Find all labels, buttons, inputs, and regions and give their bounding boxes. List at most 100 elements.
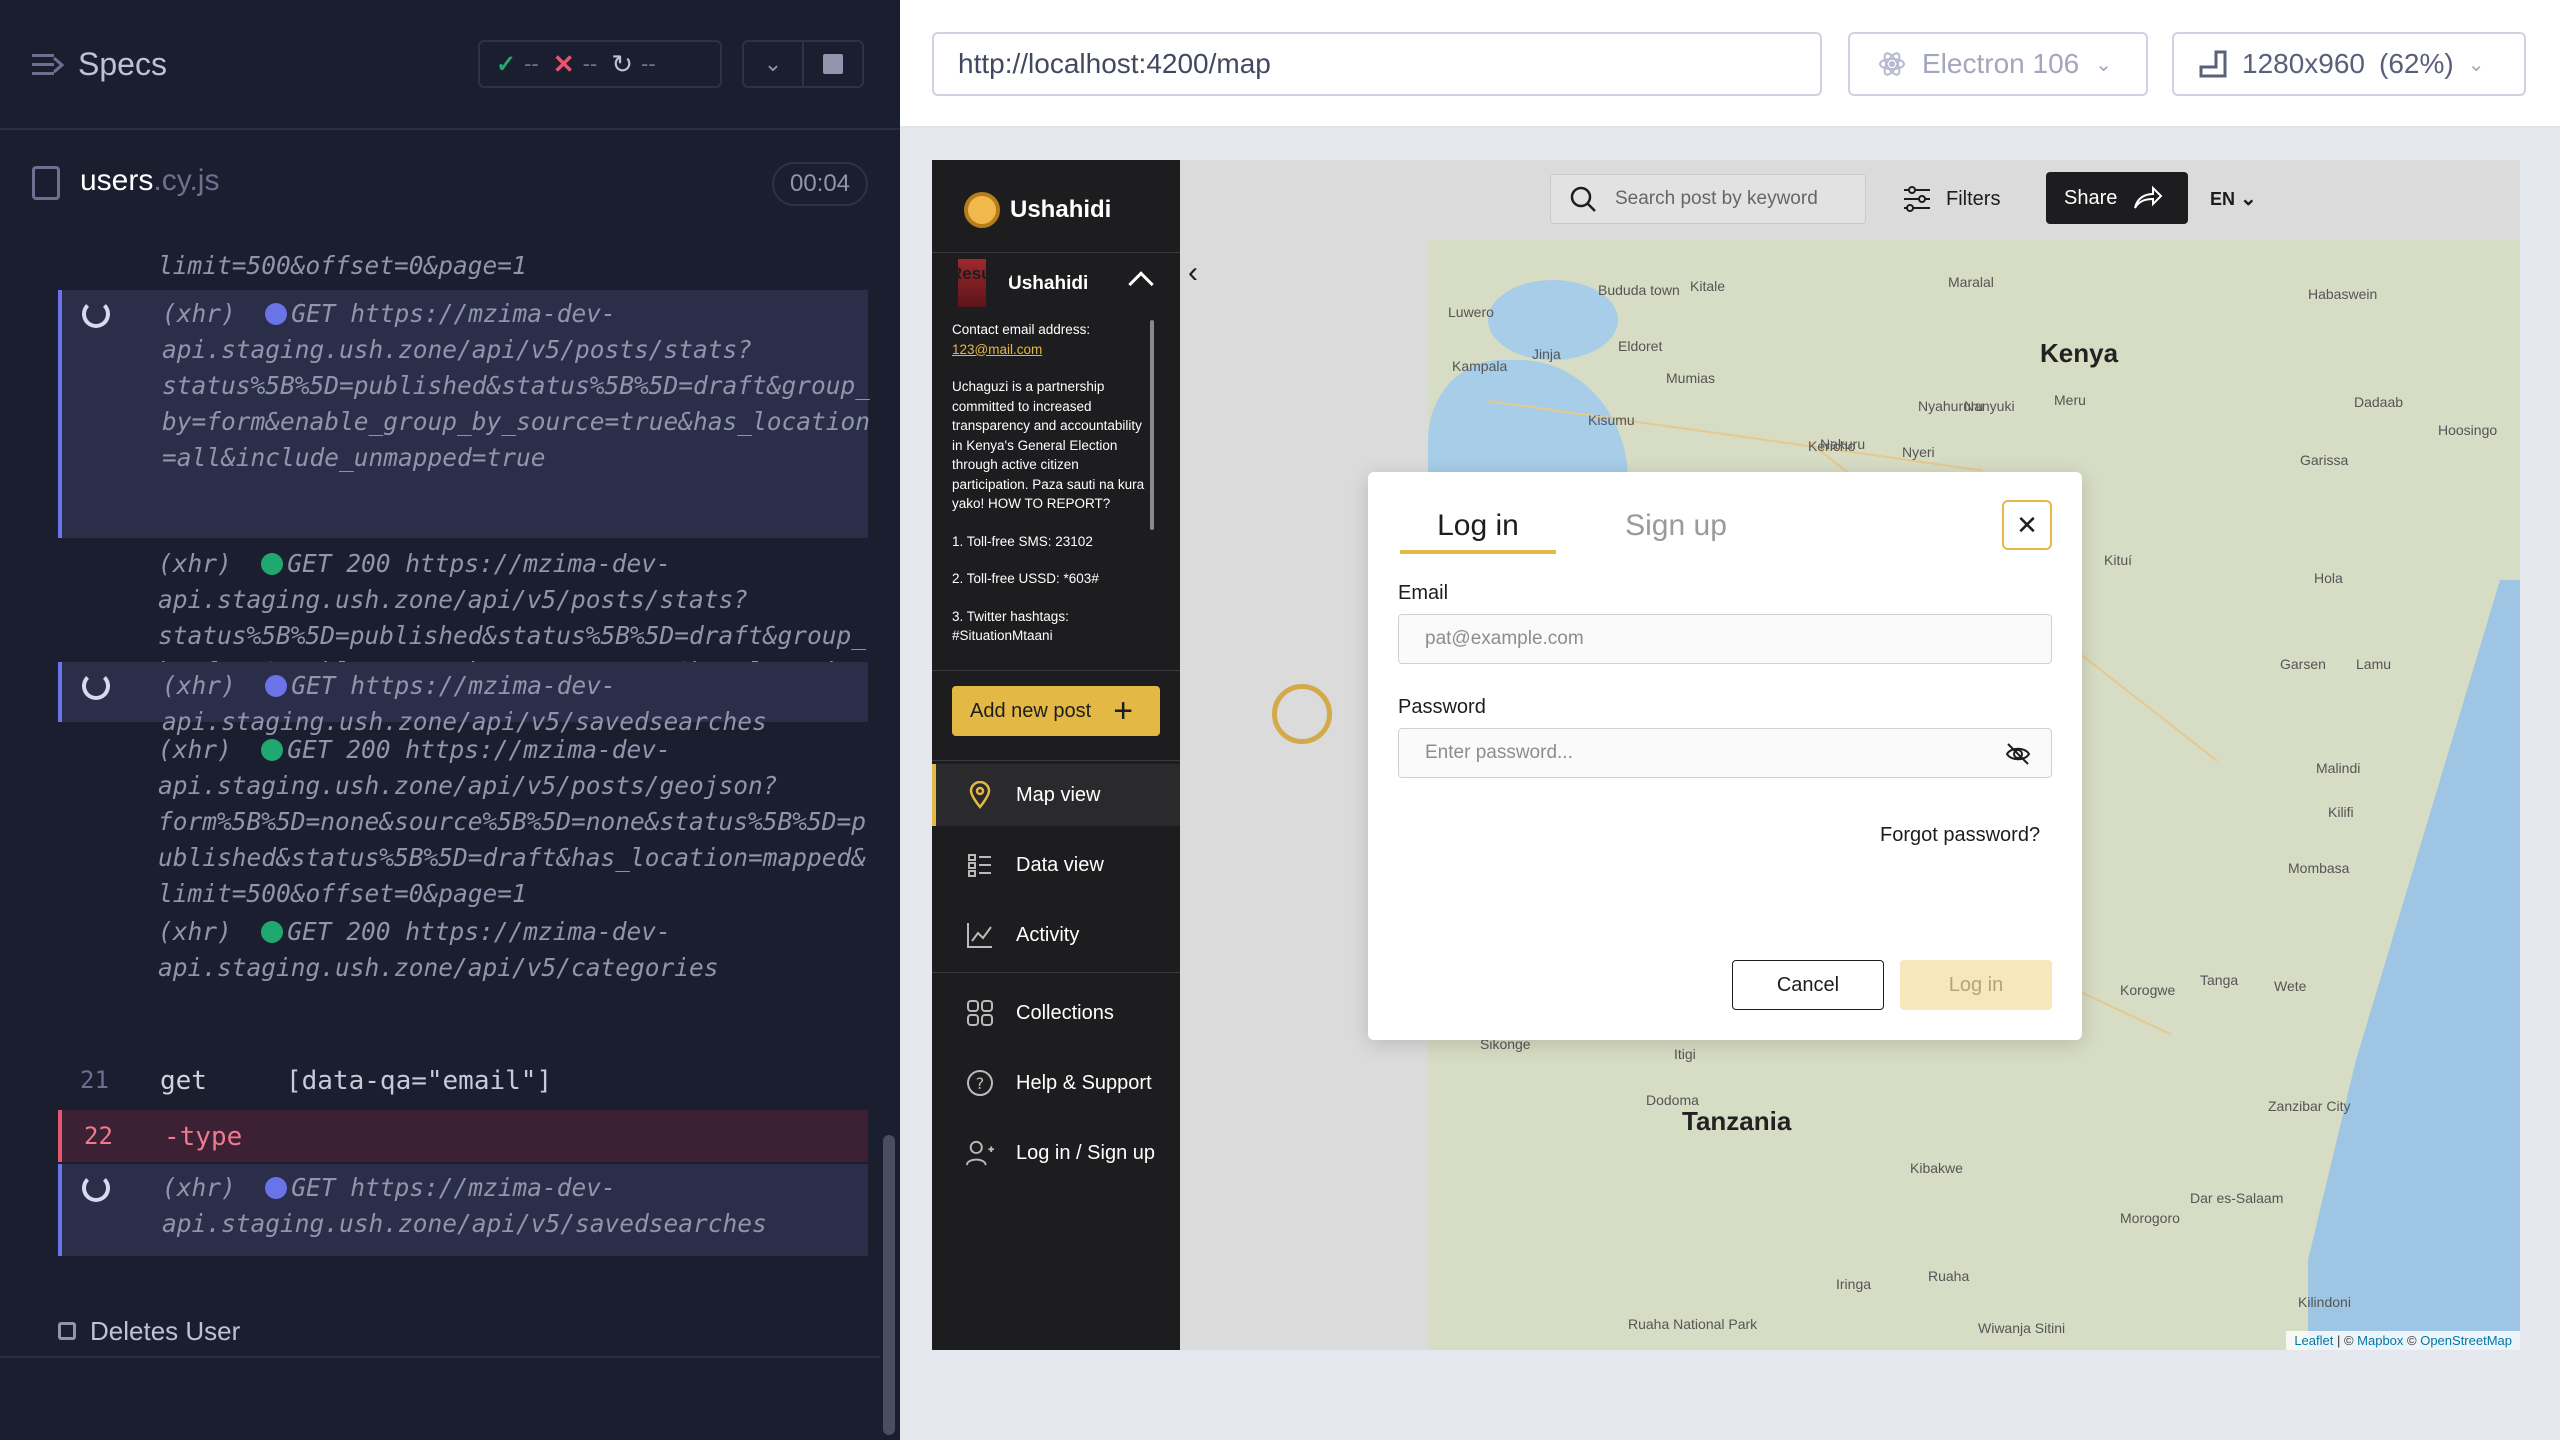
email-label: Email [1398, 582, 1449, 604]
nav-collections[interactable]: Collections [932, 982, 1180, 1044]
test-checkbox-icon [58, 1322, 76, 1340]
test-title: Deletes User [90, 1316, 241, 1346]
command-arg: [data-qa="email"] [286, 1066, 553, 1096]
map-label: Wiwanja Sitini [1978, 1320, 2066, 1336]
test-row-deletes-user[interactable]: Deletes User [58, 1310, 858, 1350]
map-label: Kituí [2104, 552, 2133, 568]
nav-help-support[interactable]: ? Help & Support [932, 1052, 1180, 1114]
deployment-header[interactable]: Ushahidi [932, 252, 1180, 320]
browser-selector[interactable]: Electron 106 ⌄ [1848, 32, 2148, 96]
email-field[interactable]: pat@example.com [1398, 614, 2052, 664]
document-icon [32, 166, 60, 200]
search-input[interactable]: Search post by keyword [1550, 174, 1866, 224]
login-button[interactable]: Log in [1900, 960, 2052, 1010]
status-dot-icon [261, 553, 284, 575]
map-label: Kitale [1690, 278, 1726, 294]
command-row-type[interactable]: 22 -type [58, 1110, 868, 1162]
map-label: Itigi [1674, 1046, 1696, 1062]
map-label: Meru [2054, 392, 2086, 408]
divider [932, 972, 1180, 973]
password-label: Password [1398, 696, 1486, 718]
leaflet-link[interactable]: Leaflet [2294, 1333, 2333, 1348]
map-label: Tanga [2200, 972, 2239, 988]
command-row-get[interactable]: 21 get [data-qa="email"] [58, 1054, 868, 1106]
password-field[interactable]: Enter password... [1398, 728, 2052, 778]
log-entry-xhr[interactable]: (xhr) GET https://mzima-dev- api.staging… [58, 1164, 868, 1256]
language-selector[interactable]: EN ⌄ [2210, 186, 2257, 211]
map-label: Mumias [1666, 370, 1716, 386]
expand-button[interactable]: ⌄ [742, 40, 804, 88]
failed-count: -- [582, 51, 598, 76]
filters-button[interactable]: Filters [1902, 174, 2000, 224]
command-log-panel: Specs ✓ -- ✕ -- ↻ -- ⌄ users.cy.js 00:04 li… [0, 0, 900, 1440]
nav-label: Log in / Sign up [1016, 1141, 1155, 1164]
chevron-down-icon: ⌄ [2467, 53, 2485, 76]
list-icon [966, 851, 994, 879]
log-entry-xhr[interactable]: (xhr) GET 200 https://mzima-dev- api.sta… [58, 540, 868, 722]
osm-link[interactable]: OpenStreetMap [2420, 1333, 2512, 1348]
specs-list-icon[interactable] [30, 50, 64, 80]
run-stats: ✓ -- ✕ -- ↻ -- [478, 40, 722, 88]
map-label: Ruaha National Park [1628, 1316, 1758, 1332]
tab-login[interactable]: Log in [1400, 504, 1556, 554]
close-button[interactable]: ✕ [2002, 500, 2052, 550]
x-icon: ✕ [552, 48, 575, 79]
url-bar[interactable]: http://localhost:4200/map [932, 32, 1822, 96]
loading-spinner [1272, 684, 1332, 744]
nav-label: Map view [1016, 783, 1101, 806]
deployment-description: Contact email address: 123@mail.com Ucha… [952, 320, 1152, 660]
spinner-icon [82, 1174, 110, 1202]
report-step: 3. Twitter hashtags: #SituationMtaani [952, 608, 1069, 644]
description-scrollbar[interactable] [1150, 320, 1154, 530]
status-dot-icon [265, 675, 288, 697]
cancel-button[interactable]: Cancel [1732, 960, 1884, 1010]
nav-data-view[interactable]: Data view [932, 834, 1180, 896]
chevron-left-icon[interactable]: ‹ [1188, 256, 1198, 290]
chevron-down-icon: ⌄ [2095, 53, 2112, 76]
log-entry-text: (xhr) GET 200 https://mzima-dev- api.sta… [158, 735, 867, 908]
map-label: Dar es-Salaam [2190, 1190, 2284, 1206]
log-entry-text: (xhr) GET https://mzima-dev- api.staging… [162, 1173, 767, 1238]
map-label: Garissa [2300, 452, 2349, 468]
forgot-password-link[interactable]: Forgot password? [1880, 824, 2040, 847]
electron-icon [1879, 52, 1905, 76]
log-entry-xhr[interactable]: (xhr) GET https://mzima-dev- api.staging… [58, 290, 870, 538]
map-label: Hola [2314, 570, 2343, 586]
eye-off-icon[interactable] [2005, 741, 2031, 767]
pending-count: -- [641, 51, 656, 76]
log-entry-xhr[interactable]: (xhr) GET https://mzima-dev- api.staging… [58, 662, 868, 736]
contact-email-link[interactable]: 123@mail.com [952, 340, 1152, 360]
nav-login-signup[interactable]: Log in / Sign up [932, 1122, 1180, 1184]
add-new-post-button[interactable]: Add new post + [952, 686, 1160, 736]
failed-stat: ✕ -- [553, 49, 597, 80]
map-label: Maralal [1948, 274, 1994, 290]
spec-file-row[interactable]: users.cy.js 00:04 [0, 140, 900, 230]
status-dot-icon [265, 303, 288, 325]
specs-label[interactable]: Specs [78, 46, 167, 83]
grid-icon [966, 999, 994, 1027]
log-entry-xhr[interactable]: (xhr) GET 200 https://mzima-dev- api.sta… [58, 908, 868, 988]
share-label: Share [2064, 186, 2118, 209]
chevron-up-icon [1128, 271, 1154, 297]
email-placeholder: pat@example.com [1425, 628, 1584, 649]
nav-map-view[interactable]: Map view [932, 764, 1180, 826]
log-entry-text: (xhr) GET 200 https://mzima-dev- api.sta… [158, 917, 719, 982]
pending-icon: ↻ [611, 48, 634, 79]
log-entry-xhr[interactable]: (xhr) GET 200 https://mzima-dev- api.sta… [58, 726, 868, 908]
tab-signup[interactable]: Sign up [1596, 504, 1756, 554]
mapbox-link[interactable]: Mapbox [2357, 1333, 2403, 1348]
passed-count: -- [524, 51, 539, 76]
brand[interactable]: Ushahidi [964, 190, 1111, 230]
map-label: Iringa [1836, 1276, 1872, 1292]
log-entry[interactable]: limit=500&offset=0&page=1 [58, 248, 868, 284]
passed-stat: ✓ -- [496, 50, 539, 79]
nav-activity[interactable]: Activity [932, 904, 1180, 966]
scrollbar-thumb[interactable] [883, 1135, 895, 1435]
map-label: Dadaab [2354, 394, 2404, 410]
share-button[interactable]: Share [2046, 172, 2188, 224]
viewport-selector[interactable]: 1280x960 (62%) ⌄ [2172, 32, 2526, 96]
log-entry-text: limit=500&offset=0&page=1 [158, 251, 527, 280]
filters-label: Filters [1946, 187, 2001, 210]
stop-button[interactable] [802, 40, 864, 88]
app-under-test: Ushahidi Ushahidi Contact email address:… [932, 160, 2520, 1350]
